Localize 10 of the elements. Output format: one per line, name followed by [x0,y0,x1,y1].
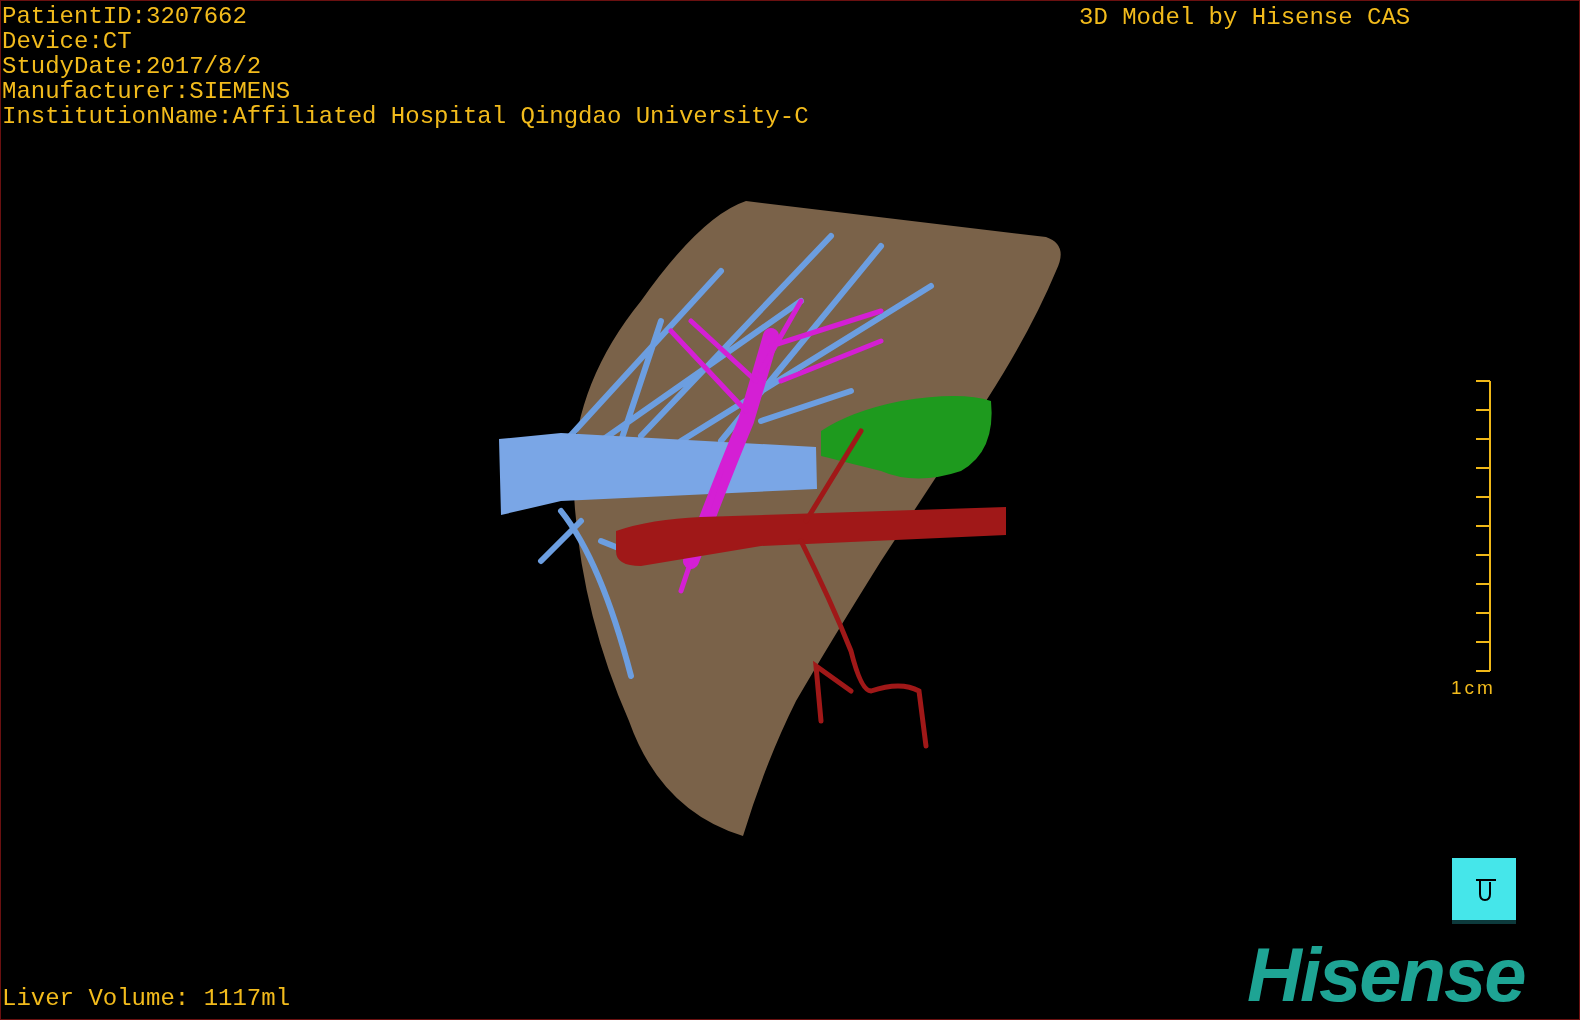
brand-logo: Hisense [1247,937,1525,1013]
study-info-text: InstitutionName:Affiliated Hospital Qingdao University-C [2,104,809,129]
study-info-text: StudyDate:2017/8/2 [2,54,263,79]
study-info-text: PatientID:3207662 [2,4,248,29]
liver-volume-text: Liver Volume: 1117ml [2,986,291,1011]
scale-label: 1cm [1451,677,1496,699]
orientation-cube-icon[interactable] [1452,858,1516,924]
model-credit-text: 3D Model by Hisense CAS [1079,5,1411,30]
study-info-text: Manufacturer:SIEMENS [2,79,292,104]
study-info-text: Device:CT [2,29,133,54]
